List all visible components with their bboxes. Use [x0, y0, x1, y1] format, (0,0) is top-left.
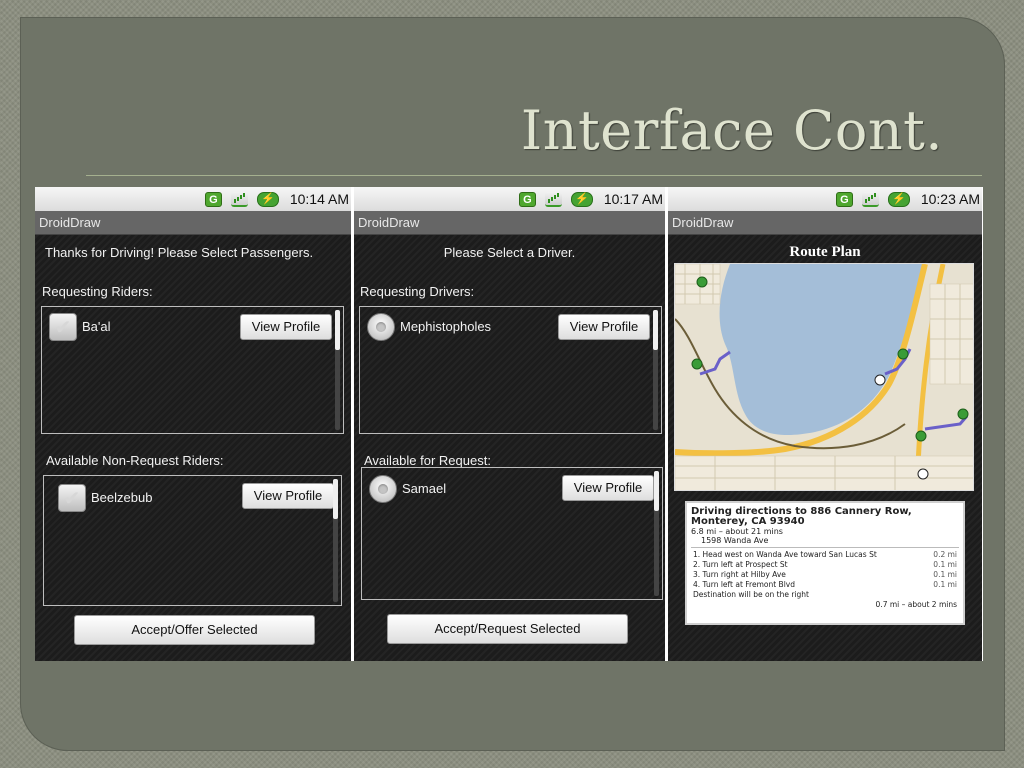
list-label-available: Available for Request: [364, 453, 491, 468]
map-pin-icon [897, 348, 909, 360]
scrollbar-thumb[interactable] [333, 479, 338, 519]
clock: 10:23 AM [920, 191, 980, 207]
battery-charging-icon: ⚡ [570, 191, 593, 207]
scrollbar-thumb[interactable] [653, 310, 658, 350]
step-number: 3. [693, 570, 701, 579]
available-drivers-list[interactable]: Samael View Profile [361, 467, 663, 600]
direction-step: 4. Turn left at Fremont Blvd 0.1 mi [687, 580, 963, 590]
rider-select-driver-screen: G ⚡ 10:17 AM DroidDraw Please Select a D… [354, 187, 665, 661]
step-number: 4. [693, 580, 701, 589]
clock: 10:14 AM [289, 191, 349, 207]
radio-button-icon[interactable] [369, 475, 397, 503]
rider-name: Ba'al [82, 319, 111, 334]
driver-name: Mephistopholes [400, 319, 492, 334]
clock: 10:17 AM [603, 191, 663, 207]
view-profile-button[interactable]: View Profile [242, 483, 334, 509]
step-number: 1. [693, 550, 701, 559]
app-title-bar: DroidDraw [668, 211, 982, 235]
direction-step: 1. Head west on Wanda Ave toward San Luc… [687, 550, 963, 560]
destination-note: Destination will be on the right [693, 590, 809, 599]
divider [691, 547, 959, 548]
app-title-bar: DroidDraw [35, 211, 351, 235]
available-riders-list[interactable]: ✔ Beelzebub View Profile [43, 475, 342, 606]
route-map[interactable] [674, 263, 974, 491]
accept-request-button[interactable]: Accept/Request Selected [387, 614, 628, 644]
prompt-text: Thanks for Driving! Please Select Passen… [45, 245, 314, 260]
signal-icon [230, 191, 248, 207]
directions-summary: 6.8 mi – about 21 mins [691, 527, 783, 536]
view-profile-button[interactable]: View Profile [558, 314, 650, 340]
screenshots-strip: G ⚡ 10:14 AM DroidDraw Thanks for Drivin… [35, 187, 983, 661]
step-distance: 0.1 mi [933, 580, 957, 589]
map-pin-icon [915, 430, 927, 442]
rider-name: Beelzebub [91, 490, 153, 505]
battery-charging-icon: ⚡ [256, 191, 279, 207]
battery-charging-icon: ⚡ [887, 191, 910, 207]
requesting-riders-list[interactable]: ✔ Ba'al View Profile [41, 306, 344, 434]
checkbox-icon[interactable]: ✔ [49, 313, 77, 341]
scrollbar-track[interactable] [653, 310, 658, 430]
directions-footer: 0.7 mi – about 2 mins [875, 600, 957, 609]
status-bar: G ⚡ 10:14 AM [35, 187, 351, 211]
step-distance: 0.2 mi [933, 550, 957, 559]
requesting-drivers-list[interactable]: Mephistopholes View Profile [359, 306, 662, 434]
accept-offer-button[interactable]: Accept/Offer Selected [74, 615, 315, 645]
view-profile-button[interactable]: View Profile [240, 314, 332, 340]
step-text: Turn right at Hilby Ave [702, 570, 786, 579]
checkbox-icon[interactable]: ✔ [58, 484, 86, 512]
step-number: 2. [693, 560, 701, 569]
map-pin-icon [696, 276, 708, 288]
network-g-icon: G [518, 191, 536, 207]
network-g-icon: G [835, 191, 853, 207]
map-graphic [675, 264, 973, 490]
status-bar: G ⚡ 10:17 AM [354, 187, 665, 211]
list-label-requesting: Requesting Riders: [42, 284, 153, 299]
scrollbar-track[interactable] [333, 479, 338, 602]
scrollbar-thumb[interactable] [654, 471, 659, 511]
status-bar: G ⚡ 10:23 AM [668, 187, 982, 211]
map-pin-icon [957, 408, 969, 420]
route-plan-heading: Route Plan [789, 244, 861, 260]
directions-header: Driving directions to 886 Cannery Row, M… [691, 506, 912, 527]
step-text: Head west on Wanda Ave toward San Lucas … [702, 550, 877, 559]
direction-step: 3. Turn right at Hilby Ave 0.1 mi [687, 570, 963, 580]
network-g-icon: G [204, 191, 222, 207]
step-distance: 0.1 mi [933, 560, 957, 569]
step-text: Turn left at Fremont Blvd [702, 580, 795, 589]
driving-directions-panel: Driving directions to 886 Cannery Row, M… [685, 501, 965, 625]
step-distance: 0.1 mi [933, 570, 957, 579]
map-pin-icon [691, 358, 703, 370]
scrollbar-track[interactable] [654, 471, 659, 596]
list-label-requesting: Requesting Drivers: [360, 284, 475, 299]
slide-title: Interface Cont. [520, 99, 943, 162]
waypoint-marker [874, 374, 886, 386]
prompt-text: Please Select a Driver. [443, 245, 576, 260]
route-plan-screen: G ⚡ 10:23 AM DroidDraw Route Plan Drivin… [668, 187, 982, 661]
signal-icon [861, 191, 879, 207]
signal-icon [544, 191, 562, 207]
view-profile-button[interactable]: View Profile [562, 475, 654, 501]
radio-button-icon[interactable] [367, 313, 395, 341]
direction-step: 2. Turn left at Prospect St 0.1 mi [687, 560, 963, 570]
title-divider [86, 175, 982, 176]
list-label-available: Available Non-Request Riders: [46, 453, 224, 468]
waypoint-marker [917, 468, 929, 480]
app-title-bar: DroidDraw [354, 211, 665, 235]
start-address: 1598 Wanda Ave [701, 536, 769, 545]
driver-name: Samael [402, 481, 447, 496]
step-text: Turn left at Prospect St [702, 560, 788, 569]
scrollbar-thumb[interactable] [335, 310, 340, 350]
driver-select-passengers-screen: G ⚡ 10:14 AM DroidDraw Thanks for Drivin… [35, 187, 351, 661]
scrollbar-track[interactable] [335, 310, 340, 430]
